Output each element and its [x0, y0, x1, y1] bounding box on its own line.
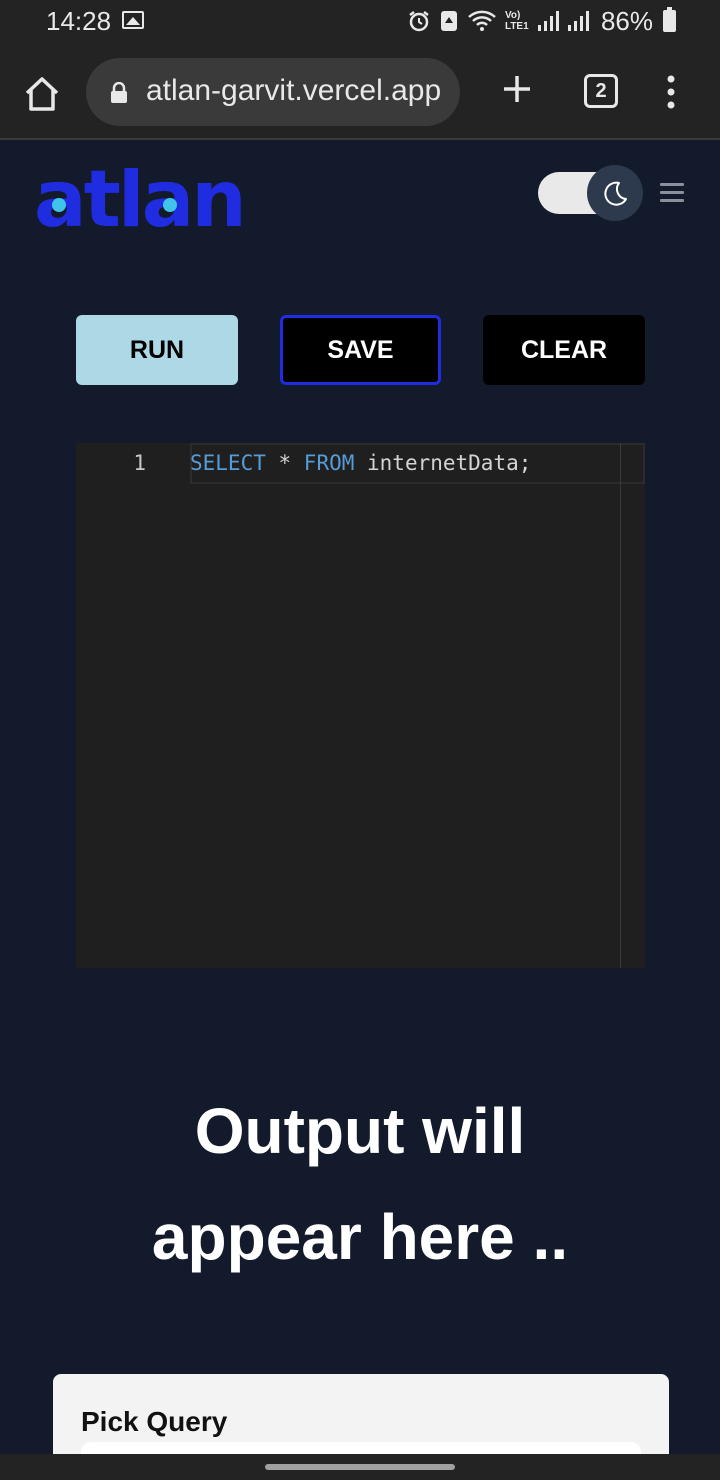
status-icons: Vo) LTE1 86% [407, 4, 676, 38]
home-icon[interactable] [22, 74, 62, 114]
signal-icon-2 [567, 11, 589, 31]
editor-scrollbar[interactable] [620, 443, 621, 968]
save-button[interactable]: SAVE [280, 315, 441, 385]
keyword-from: FROM [303, 451, 355, 475]
moon-icon [604, 181, 627, 206]
output-placeholder: Output will appear here .. [0, 1078, 720, 1290]
network-type: Vo) LTE1 [504, 10, 529, 32]
output-line-1: Output will [194, 1095, 526, 1167]
battery-percent: 86% [600, 5, 653, 36]
code-star: * [265, 451, 304, 475]
signal-icon [537, 11, 559, 31]
line-gutter: 1 [76, 443, 190, 968]
more-options-icon[interactable] [662, 74, 680, 110]
address-bar[interactable]: atlan-garvit.vercel.app [86, 58, 460, 126]
line-number: 1 [133, 451, 146, 475]
browser-toolbar: atlan-garvit.vercel.app 2 [0, 44, 720, 140]
atlan-logo[interactable]: atlan [34, 168, 249, 232]
gallery-notification-icon [122, 11, 144, 29]
code-table: internetData; [354, 451, 532, 475]
tab-switcher-button[interactable]: 2 [584, 74, 618, 108]
sql-editor[interactable]: 1 SELECT * FROM internetData; [76, 443, 645, 968]
battery-icon [663, 7, 676, 32]
hamburger-menu-icon[interactable] [660, 183, 684, 203]
status-bar: 14:28 Vo) LTE1 86% [0, 0, 720, 44]
home-gesture-handle[interactable] [265, 1464, 455, 1470]
svg-text:atlan: atlan [34, 168, 244, 232]
system-nav-bar [0, 1454, 720, 1480]
run-button[interactable]: RUN [76, 315, 238, 385]
lock-icon [111, 82, 127, 103]
recycle-icon [440, 11, 457, 31]
new-tab-icon[interactable] [500, 72, 534, 106]
output-line-2: appear here .. [151, 1201, 569, 1273]
url-text: atlan-garvit.vercel.app [146, 74, 442, 107]
clear-button[interactable]: CLEAR [483, 315, 645, 385]
alarm-icon [409, 11, 429, 32]
wifi-icon [468, 10, 496, 31]
code-line[interactable]: SELECT * FROM internetData; [190, 451, 531, 475]
status-time: 14:28 [46, 6, 112, 36]
keyword-select: SELECT [190, 451, 266, 475]
pick-query-title: Pick Query [81, 1406, 228, 1437]
